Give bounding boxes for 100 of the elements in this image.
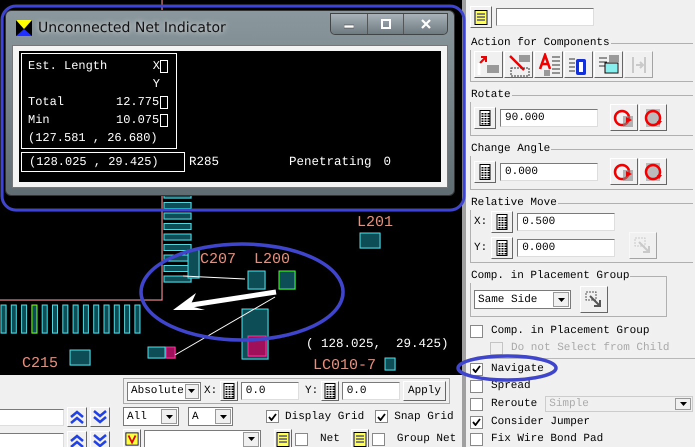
checkbox-label: Display Grid (285, 410, 364, 424)
min-label: Min (28, 113, 51, 127)
group-title: Comp. in Placement Group (470, 270, 630, 283)
checkbox-label: Spread (491, 379, 531, 393)
group-title: Change Angle (470, 143, 552, 156)
checkbox-label: Group Net (396, 432, 456, 446)
dropdown[interactable]: All (123, 407, 179, 426)
action-button[interactable] (504, 51, 533, 78)
checkbox-label: Consider Jumper (491, 415, 590, 429)
close-button[interactable] (403, 14, 447, 34)
checkbox[interactable] (470, 398, 483, 410)
calculator-icon (222, 383, 235, 399)
calculator-button[interactable] (474, 160, 496, 182)
coordinate-text: (127.581 , 26.680) (28, 131, 159, 145)
coordinate-text: (128.025 , 29.425) (21, 152, 185, 172)
penetrating-value: 0 (384, 155, 392, 169)
checkbox[interactable] (470, 362, 483, 376)
axis-label: Y (152, 77, 160, 91)
calculator-icon (479, 110, 491, 126)
calculator-button[interactable] (321, 381, 339, 401)
double-chevron-down-icon (92, 433, 108, 447)
document-button[interactable] (470, 6, 492, 28)
component-action-icon (536, 52, 560, 76)
input-field[interactable]: 0.0 (240, 382, 299, 400)
component-name: R285 (189, 155, 220, 169)
rotate-button[interactable] (639, 158, 667, 185)
checkbox[interactable] (470, 432, 483, 446)
group-title: Rotate (470, 89, 512, 102)
coordinate-readout: ( 128.025, 29.425) (306, 337, 449, 351)
min-value: 10.075 (116, 113, 160, 127)
axis-label: X (152, 59, 160, 73)
document-button[interactable] (350, 429, 369, 447)
input-field[interactable]: 90.000 (500, 108, 598, 126)
document-icon (352, 432, 367, 446)
checkbox[interactable] (375, 410, 388, 423)
net-button[interactable] (123, 429, 141, 447)
component-label: L200 (254, 251, 290, 268)
total-value: 12.775 (116, 95, 160, 109)
checkbox[interactable] (266, 410, 279, 423)
axis-label: X: (204, 385, 218, 397)
group-title: Action for Components (470, 37, 611, 50)
calculator-button[interactable] (491, 237, 514, 259)
document-button[interactable] (274, 429, 292, 447)
input-field[interactable] (0, 432, 64, 447)
checkbox-label: Fix Wire Bond Pad (491, 432, 604, 446)
action-button[interactable] (534, 51, 563, 78)
caret-icon (248, 437, 254, 441)
double-chevron-down-icon (92, 409, 108, 425)
rotate-button[interactable] (639, 104, 667, 131)
checkbox-label: Snap Grid (394, 410, 454, 424)
checkbox[interactable] (470, 380, 483, 392)
component-label: LC010-7 (313, 357, 376, 374)
checkbox[interactable] (372, 432, 385, 446)
caret-icon (558, 298, 564, 302)
component-label: C207 (200, 251, 236, 268)
calculator-button[interactable] (474, 106, 496, 128)
move-button[interactable] (580, 286, 608, 313)
input-field[interactable]: 0.000 (517, 239, 616, 257)
dropdown[interactable]: A (188, 407, 233, 426)
move-icon (584, 290, 604, 310)
axis-label: Y: (474, 242, 488, 254)
document-icon (276, 432, 290, 446)
dropdown[interactable]: Same Side (474, 290, 571, 309)
input-field[interactable]: 0.0 (342, 382, 400, 400)
minimize-button[interactable] (331, 14, 367, 34)
component-label: C215 (22, 355, 58, 372)
input-field[interactable] (0, 408, 64, 426)
input-field[interactable] (496, 8, 594, 26)
input-field[interactable]: 0.500 (517, 213, 616, 231)
maximize-button[interactable] (367, 14, 403, 34)
indicator-bar (160, 60, 168, 72)
caret-icon (680, 402, 686, 406)
close-icon (420, 19, 430, 29)
action-button[interactable] (594, 51, 623, 78)
checkbox[interactable] (470, 416, 483, 428)
total-label: Total (28, 95, 66, 109)
axis-label: X: (474, 216, 488, 228)
apply-button[interactable]: Apply (402, 381, 446, 401)
double-chevron-up-icon (69, 409, 85, 425)
input-field[interactable]: 0.000 (500, 162, 598, 180)
window-title: Unconnected Net Indicator (38, 20, 227, 36)
checkbox[interactable] (470, 324, 483, 338)
checkbox[interactable] (295, 432, 308, 446)
calculator-icon (496, 214, 508, 230)
dropdown[interactable]: Absolute (127, 382, 201, 400)
indicator-bar (160, 114, 168, 126)
dropdown[interactable] (144, 430, 261, 447)
calculator-icon (496, 240, 508, 256)
move-down-button[interactable] (90, 407, 110, 427)
calculator-button[interactable] (220, 381, 238, 401)
move-up-button[interactable] (67, 407, 87, 427)
checkbox-label: Navigate (491, 362, 544, 376)
calculator-button[interactable] (491, 211, 514, 233)
component-action-icon (506, 52, 530, 76)
move-down-button[interactable] (90, 431, 110, 447)
action-button[interactable] (564, 51, 593, 78)
move-up-button[interactable] (67, 431, 87, 447)
length-label: Est. Length (28, 59, 108, 73)
rotate-button[interactable] (610, 158, 638, 185)
rotate-button[interactable] (610, 104, 638, 131)
